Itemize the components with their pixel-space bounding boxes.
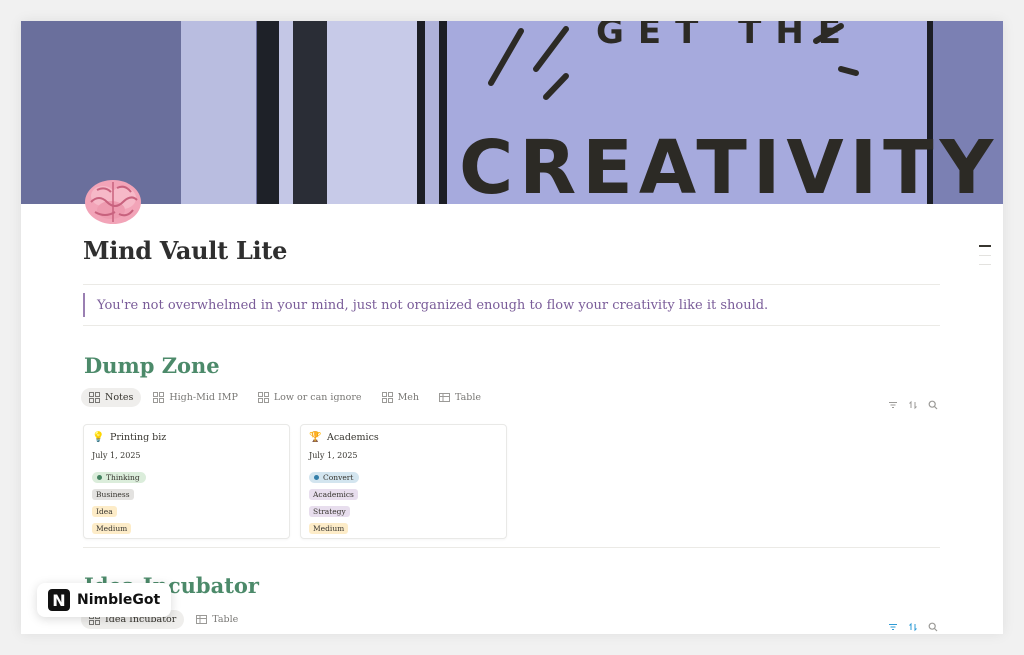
toc-mark[interactable] xyxy=(979,264,991,265)
filter-icon[interactable] xyxy=(888,395,898,408)
table-icon xyxy=(196,614,208,625)
gallery-icon xyxy=(257,392,269,403)
dump-zone-title[interactable]: Dump Zone xyxy=(84,353,220,378)
gallery-icon xyxy=(381,392,393,403)
gallery-card[interactable]: 🏆 Academics July 1, 2025 Convert Academi… xyxy=(300,424,507,539)
page-frame: GET THE CREATIVITY Mind Vault Lite You'r… xyxy=(21,21,1003,634)
gallery-icon xyxy=(89,392,100,403)
card-title-text: Academics xyxy=(327,432,379,443)
divider xyxy=(83,284,940,285)
brain-icon[interactable] xyxy=(83,176,143,230)
tab-label: Low or can ignore xyxy=(273,392,362,403)
cover-text-main: CREATIVITY xyxy=(459,125,999,204)
nimblegot-logo: N xyxy=(48,589,70,611)
gallery-card[interactable]: 💡 Printing biz July 1, 2025 Thinking Bus… xyxy=(83,424,290,539)
table-of-contents-marks[interactable] xyxy=(979,245,991,273)
sort-icon[interactable] xyxy=(908,617,918,632)
card-title: 🏆 Academics xyxy=(309,432,498,443)
tab-high-mid-imp[interactable]: High-Mid IMP xyxy=(145,388,245,407)
dump-zone-view-tabs: Notes High-Mid IMP Low or can ignore Meh… xyxy=(81,388,489,407)
tab-label: Notes xyxy=(105,392,134,403)
cover-image[interactable]: GET THE CREATIVITY xyxy=(21,21,1003,204)
idea-incubator-toolbar xyxy=(888,617,938,632)
toc-mark[interactable] xyxy=(979,245,991,247)
divider xyxy=(83,325,940,326)
tab-label: Table xyxy=(212,614,239,625)
gallery-icon xyxy=(153,392,165,403)
tag: Medium xyxy=(309,523,349,534)
card-date: July 1, 2025 xyxy=(309,451,358,460)
page-title[interactable]: Mind Vault Lite xyxy=(83,236,287,265)
search-icon[interactable] xyxy=(928,617,938,632)
tag: Medium xyxy=(92,523,132,534)
tab-low-or-can-ignore[interactable]: Low or can ignore xyxy=(250,388,370,407)
sort-icon[interactable] xyxy=(908,395,918,410)
trophy-icon: 🏆 xyxy=(309,432,322,443)
card-date: July 1, 2025 xyxy=(92,451,141,460)
status-dot xyxy=(314,475,319,480)
cover-text-top: GET THE xyxy=(596,21,855,52)
status-dot xyxy=(97,475,102,480)
card-title-text: Printing biz xyxy=(110,432,167,443)
status-text: Thinking xyxy=(106,473,140,482)
watermark-text: NimbleGot xyxy=(77,592,161,608)
search-icon[interactable] xyxy=(928,395,938,410)
tab-table[interactable]: Table xyxy=(431,388,489,407)
tab-label: High-Mid IMP xyxy=(169,392,238,403)
card-title: 💡 Printing biz xyxy=(92,432,281,443)
tab-table[interactable]: Table xyxy=(188,610,246,629)
table-icon xyxy=(439,392,451,403)
quote-text: You're not overwhelmed in your mind, jus… xyxy=(97,297,769,313)
tab-meh[interactable]: Meh xyxy=(374,388,427,407)
tab-notes[interactable]: Notes xyxy=(81,388,142,407)
nimblegot-watermark: N NimbleGot xyxy=(37,583,171,617)
status-text: Convert xyxy=(323,473,354,482)
filter-icon[interactable] xyxy=(888,617,898,630)
divider xyxy=(83,547,940,548)
toc-mark[interactable] xyxy=(979,255,991,256)
tab-label: Table xyxy=(455,392,482,403)
lightbulb-icon: 💡 xyxy=(92,432,105,443)
tab-label: Meh xyxy=(397,392,420,403)
quote-block: You're not overwhelmed in your mind, jus… xyxy=(83,293,768,317)
dump-zone-toolbar xyxy=(888,395,938,410)
